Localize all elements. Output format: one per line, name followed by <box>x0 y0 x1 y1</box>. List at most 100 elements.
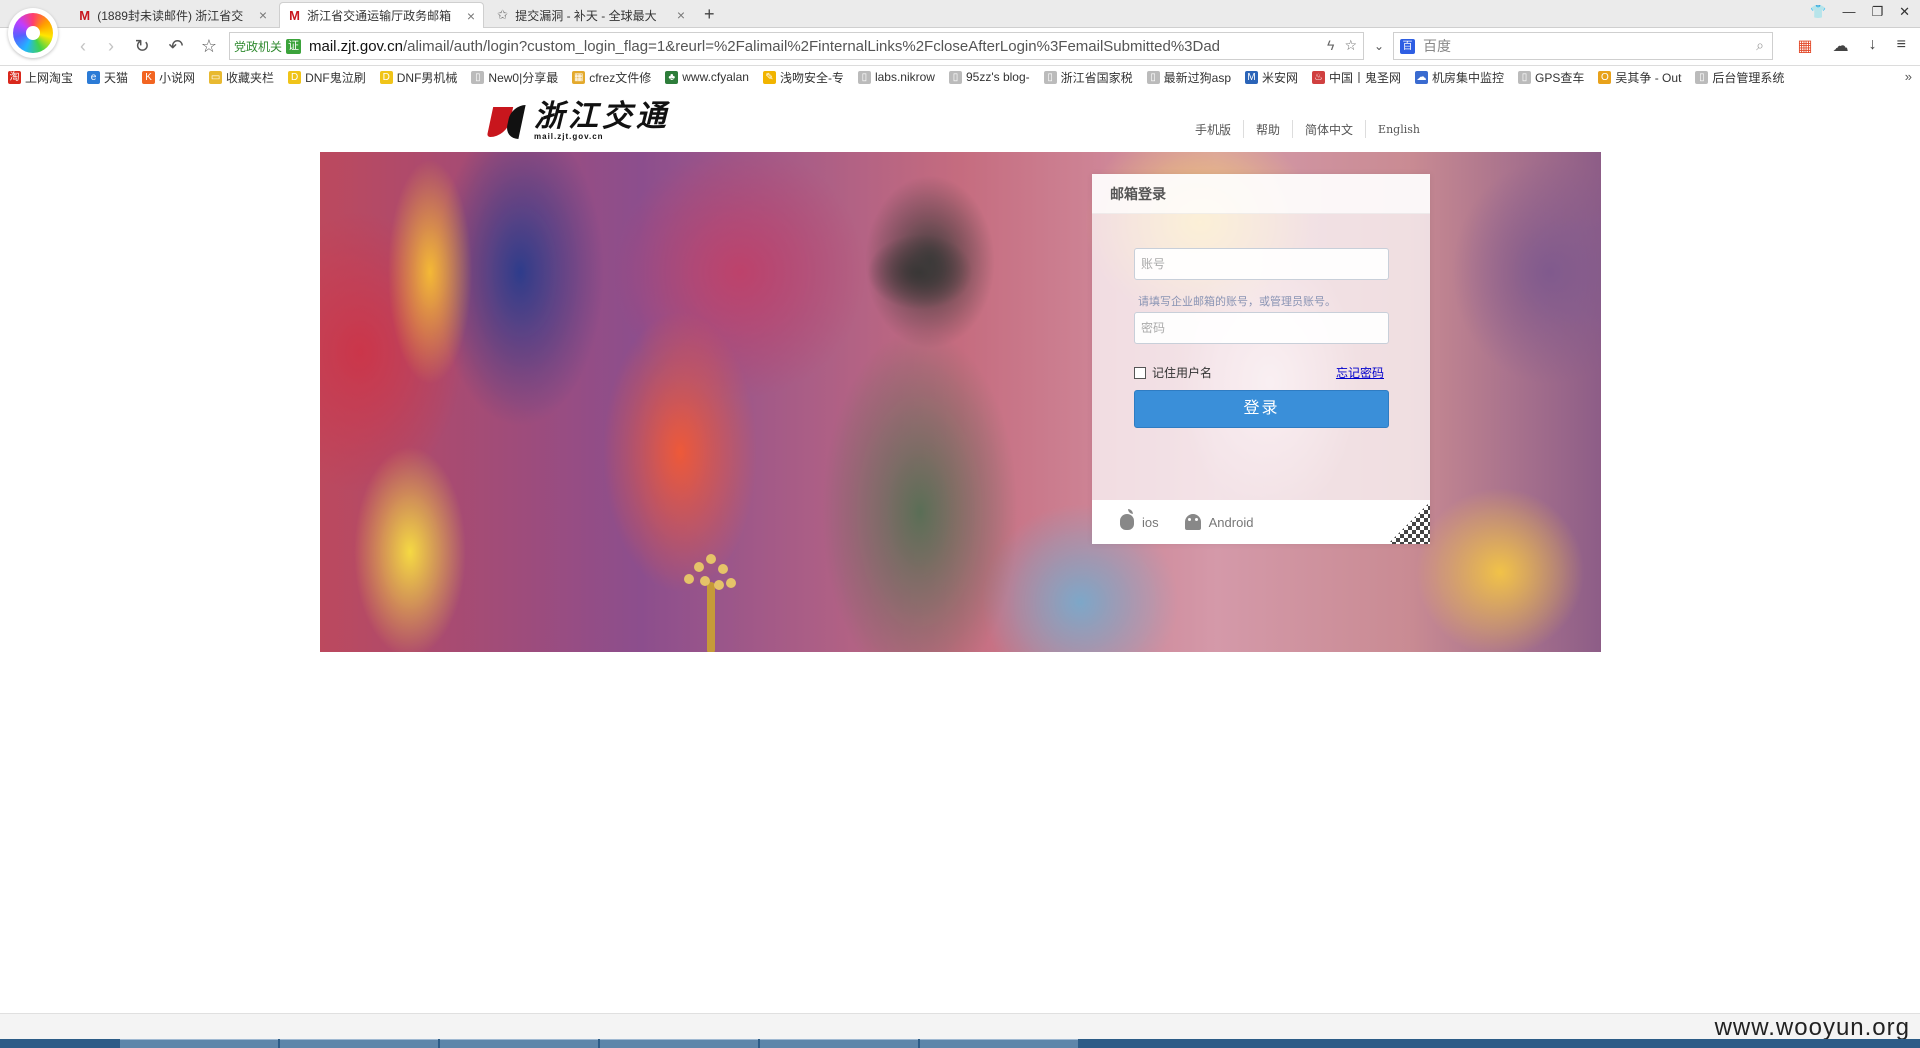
lightning-icon[interactable]: ϟ <box>1327 37 1334 54</box>
bookmark-icon: ♣ <box>665 70 679 84</box>
login-button[interactable]: 登录 <box>1134 390 1389 428</box>
bookmark-icon: ♨ <box>1312 70 1326 84</box>
url-path: /alimail/auth/login?custom_login_flag=1&… <box>402 37 1221 55</box>
back-icon[interactable]: ‹ <box>72 36 94 57</box>
bookmark-item[interactable]: O 吴其争 - Out <box>1598 69 1681 86</box>
bookmark-item[interactable]: ▯ labs.nikrow <box>857 70 935 84</box>
password-input[interactable] <box>1134 312 1389 344</box>
bookmark-item[interactable]: ▯ 浙江省国家税 <box>1043 69 1133 86</box>
bookmark-star-icon[interactable]: ☆ <box>198 36 220 57</box>
bookmark-item[interactable]: ▦ cfrez文件修 <box>572 69 651 86</box>
menu-icon[interactable]: ≡ <box>1897 36 1906 56</box>
bookmark-item[interactable]: M 米安网 <box>1245 69 1298 86</box>
tab-butian[interactable]: ✩ 提交漏洞 - 补天 - 全球最大 × <box>488 2 693 28</box>
address-bar[interactable]: 党政机关 证 mail.zjt.gov.cn /alimail/auth/log… <box>229 32 1364 60</box>
bookmark-label: DNF鬼泣刷 <box>305 70 366 85</box>
undo-icon[interactable]: ↶ <box>165 36 187 57</box>
bookmark-label: 上网淘宝 <box>25 70 74 85</box>
qr-code-icon[interactable] <box>1388 502 1430 544</box>
taskbar-item[interactable] <box>600 1039 758 1048</box>
new-tab-button[interactable]: + <box>704 4 715 25</box>
certificate-icon[interactable]: 证 <box>286 38 302 54</box>
favorite-star-icon[interactable]: ☆ <box>1344 37 1357 54</box>
bookmark-item[interactable]: ▯ New0|分享最 <box>471 69 558 86</box>
url-dropdown-icon[interactable]: ⌄ <box>1368 39 1390 53</box>
taskbar-item[interactable] <box>760 1039 918 1048</box>
tab-inbox[interactable]: M (1889封未读邮件) 浙江省交 × <box>70 2 275 28</box>
shirt-skin-icon[interactable]: 👕 <box>1810 4 1826 20</box>
bookmark-icon: ▯ <box>1518 70 1532 84</box>
tab-strip: M (1889封未读邮件) 浙江省交 × M 浙江省交通运输厅政务邮箱 × ✩ … <box>0 0 1920 28</box>
account-input[interactable] <box>1134 248 1389 280</box>
brand-domain: mail.zjt.gov.cn <box>534 132 604 141</box>
bookmark-item[interactable]: D DNF男机械 <box>379 69 457 86</box>
close-tab-icon[interactable]: × <box>259 7 267 23</box>
bookmark-label: 后台管理系统 <box>1712 70 1785 85</box>
bookmark-label: 米安网 <box>1262 70 1299 85</box>
bookmark-label: 天猫 <box>104 70 129 85</box>
bookmark-icon: ▦ <box>572 70 586 84</box>
download-icon[interactable]: ↓ <box>1869 36 1877 56</box>
forgot-password-link[interactable]: 忘记密码 <box>1336 364 1384 381</box>
close-tab-icon[interactable]: × <box>677 7 685 23</box>
minimize-icon[interactable]: — <box>1842 4 1855 20</box>
bookmark-item[interactable]: ▯ 后台管理系统 <box>1695 69 1784 86</box>
apps-grid-icon[interactable]: ▦ <box>1798 36 1813 56</box>
search-icon[interactable]: ⌕ <box>1756 37 1764 54</box>
bookmark-icon: D <box>288 70 302 84</box>
bookmark-icon: ▯ <box>1043 70 1057 84</box>
more-bookmarks-icon[interactable]: » <box>1905 69 1912 84</box>
cloud-icon[interactable]: ☁ <box>1833 36 1849 56</box>
bookmark-label: 机房集中监控 <box>1432 70 1505 85</box>
plant-decoration <box>680 552 740 652</box>
bookmark-item[interactable]: ✎ 浅吻安全-专 <box>762 69 844 86</box>
bookmark-item[interactable]: ▯ 最新过狗asp <box>1146 69 1231 86</box>
browser-logo[interactable] <box>8 8 58 58</box>
taskbar-item[interactable] <box>280 1039 438 1048</box>
language-english-link[interactable]: English <box>1366 123 1432 136</box>
watermark: www.wooyun.org <box>1714 1014 1910 1041</box>
close-window-icon[interactable]: ✕ <box>1899 4 1910 20</box>
close-tab-icon[interactable]: × <box>467 8 475 24</box>
zjt-logo-icon <box>490 103 528 141</box>
mobile-link[interactable]: 手机版 <box>1183 121 1243 138</box>
taskbar-item[interactable] <box>440 1039 598 1048</box>
remember-username[interactable]: 记住用户名 <box>1134 364 1212 381</box>
navigation-bar: ‹ › ↻ ↶ ☆ 党政机关 证 mail.zjt.gov.cn /alimai… <box>0 28 1920 66</box>
reload-icon[interactable]: ↻ <box>131 36 153 57</box>
bookmark-item[interactable]: ▯ GPS查车 <box>1518 69 1584 86</box>
forward-icon[interactable]: › <box>100 36 122 57</box>
android-app-link[interactable]: Android <box>1184 514 1253 530</box>
top-links: 手机版 帮助 简体中文 English <box>1183 120 1432 138</box>
help-link[interactable]: 帮助 <box>1244 121 1292 138</box>
taskbar-item[interactable] <box>120 1039 278 1048</box>
account-hint: 请填写企业邮箱的账号，或管理员账号。 <box>1138 296 1336 308</box>
remember-checkbox[interactable] <box>1134 366 1146 379</box>
bookmark-item[interactable]: ▯ 95zz's blog- <box>948 70 1030 84</box>
bookmarks-bar: 淘上网淘宝 e 天猫 K 小说网 ▭ 收藏夹栏 D DNF鬼泣刷 D DNF男机械 ▯ New0|分享最… <box>0 66 1920 88</box>
bookmark-item[interactable]: ♣ www.cfyalan <box>665 70 749 84</box>
tab-login-active[interactable]: M 浙江省交通运输厅政务邮箱 × <box>279 2 484 28</box>
login-card: 邮箱登录 请填写企业邮箱的账号，或管理员账号。 记住用户名 忘记密码 登录 io… <box>1092 174 1430 544</box>
page-favicon-icon: ✩ <box>497 7 509 22</box>
ios-label: ios <box>1142 514 1159 530</box>
ios-app-link[interactable]: ios <box>1120 509 1159 530</box>
site-logo[interactable]: 浙江交通 mail.zjt.gov.cn <box>490 102 670 142</box>
restore-icon[interactable]: ❐ <box>1871 4 1883 20</box>
status-bar: www.wooyun.org <box>0 1013 1920 1041</box>
search-box[interactable]: 百 百度 ⌕ <box>1393 32 1773 60</box>
baidu-icon: 百 <box>1400 38 1415 54</box>
taskbar-item[interactable] <box>920 1039 1078 1048</box>
bookmark-item[interactable]: 淘上网淘宝 <box>8 69 73 86</box>
app-download-strip: ios Android <box>1092 500 1430 544</box>
language-chinese-link[interactable]: 简体中文 <box>1293 121 1365 138</box>
search-placeholder: 百度 <box>1423 38 1451 54</box>
bookmark-item[interactable]: ▭ 收藏夹栏 <box>209 69 274 86</box>
bookmark-item[interactable]: e 天猫 <box>87 69 128 86</box>
bookmark-item[interactable]: K 小说网 <box>142 69 195 86</box>
bookmark-icon: D <box>379 70 393 84</box>
bookmark-item[interactable]: ☁ 机房集中监控 <box>1415 69 1504 86</box>
bookmark-item[interactable]: ♨ 中国丨鬼圣网 <box>1312 69 1401 86</box>
bookmark-item[interactable]: D DNF鬼泣刷 <box>288 69 366 86</box>
bookmark-label: 浙江省国家税 <box>1060 70 1133 85</box>
